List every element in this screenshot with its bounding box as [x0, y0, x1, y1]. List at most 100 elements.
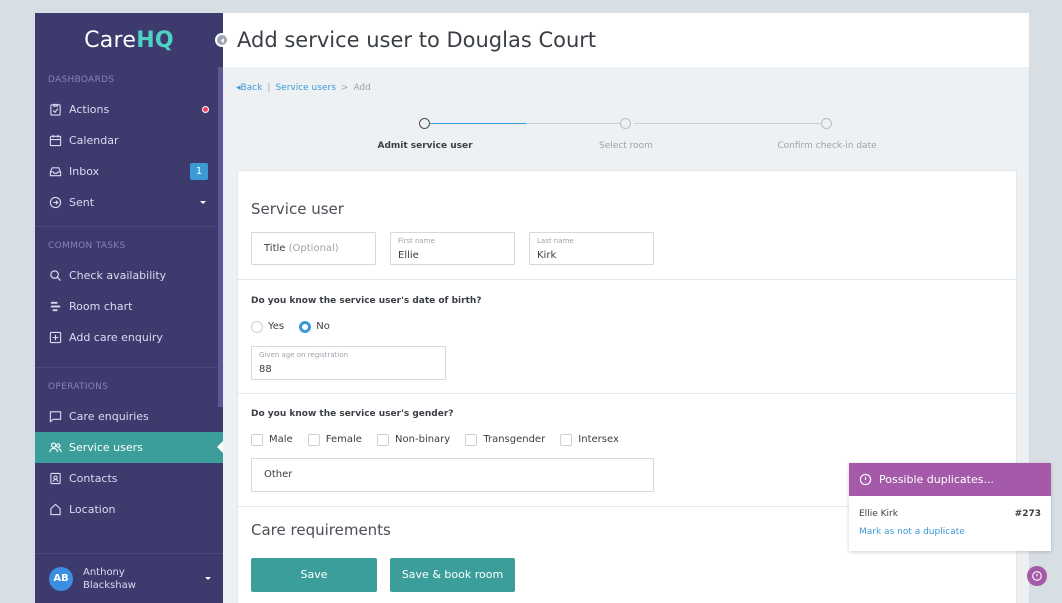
chevron-down-icon[interactable] — [205, 577, 211, 580]
sidebar-item-room-chart[interactable]: Room chart — [35, 291, 223, 322]
step-progress-line — [430, 123, 526, 124]
user-last-name: Blackshaw — [83, 579, 136, 591]
last-name-value: Kirk — [537, 250, 557, 261]
gender-male-label: Male — [269, 434, 293, 445]
notification-dot — [202, 106, 209, 113]
logo-text-care: Care — [84, 27, 137, 53]
mark-not-duplicate-link[interactable]: Mark as not a duplicate — [849, 527, 1051, 537]
duplicate-id: #273 — [1014, 509, 1041, 519]
search-icon — [50, 270, 62, 282]
duplicates-header: Possible duplicates... — [849, 463, 1051, 496]
sidebar-item-location[interactable]: Location — [35, 494, 223, 525]
carehq-logo[interactable]: Care HQ — [35, 13, 223, 67]
gender-male-checkbox[interactable] — [251, 433, 263, 446]
user-first-name: Anthony — [83, 566, 125, 578]
back-link[interactable]: ◂Back — [236, 83, 262, 93]
sidebar-item-label: Actions — [69, 103, 110, 116]
dob-no-radio[interactable] — [299, 320, 312, 333]
logo-text-hq: HQ — [136, 27, 174, 53]
breadcrumb-current: Add — [353, 83, 371, 93]
gender-intersex-checkbox[interactable] — [560, 433, 573, 446]
users-icon — [49, 442, 62, 453]
title-label: Title — [264, 243, 286, 254]
step-label-admit: Admit service user — [377, 141, 473, 151]
sidebar-item-inbox[interactable]: Inbox 1 — [35, 156, 223, 187]
sidebar-item-label: Add care enquiry — [69, 331, 163, 344]
dob-yes-label: Yes — [268, 321, 285, 332]
sidebar-item-calendar[interactable]: Calendar — [35, 125, 223, 156]
breadcrumb-service-users[interactable]: Service users — [275, 83, 335, 93]
possible-duplicates-panel: Possible duplicates... Ellie Kirk #273 M… — [849, 463, 1051, 551]
room-chart-icon — [50, 301, 61, 312]
sidebar-item-label: Inbox — [69, 165, 100, 178]
sidebar-item-contacts[interactable]: Contacts — [35, 463, 223, 494]
age-value: 88 — [259, 364, 272, 375]
dob-question: Do you know the service user's date of b… — [251, 296, 482, 306]
sidebar-item-label: Calendar — [69, 134, 119, 147]
first-name-field[interactable]: First name Ellie — [390, 232, 515, 265]
inbox-count-badge: 1 — [190, 163, 208, 180]
sidebar-item-label: Check availability — [69, 269, 167, 282]
sidebar-item-add-care-enquiry[interactable]: Add care enquiry — [35, 322, 223, 353]
sidebar-item-label: Sent — [69, 196, 95, 209]
sidebar-item-label: Care enquiries — [69, 410, 149, 423]
title-placeholder: Title (Optional) — [264, 243, 339, 254]
dob-yes-radio[interactable] — [251, 320, 263, 333]
sidebar-item-label: Service users — [69, 441, 143, 454]
gender-checkbox-group: Male Female Non-binary Transgender Inter… — [251, 429, 629, 448]
user-menu[interactable]: AB Anthony Blackshaw — [35, 553, 223, 603]
title-field[interactable]: Title (Optional) — [251, 232, 376, 265]
info-circle-icon — [1032, 571, 1042, 581]
other-gender-field[interactable]: Other — [251, 458, 654, 492]
step-label-room: Select room — [599, 141, 653, 151]
avatar: AB — [49, 566, 73, 591]
sidebar-item-sent[interactable]: Sent — [35, 187, 223, 218]
step-line — [526, 123, 629, 124]
sidebar-item-label: Contacts — [69, 472, 118, 485]
back-label: Back — [240, 83, 263, 93]
service-user-section: Service user Title (Optional) First name… — [238, 171, 1016, 280]
sidebar-divider — [35, 226, 223, 227]
sidebar: Care HQ DASHBOARDS Actions Calendar Inbox… — [35, 13, 223, 603]
gender-question: Do you know the service user's gender? — [251, 409, 454, 419]
title-hint: (Optional) — [288, 243, 339, 254]
sidebar-item-actions[interactable]: Actions — [35, 94, 223, 125]
help-button[interactable] — [1027, 566, 1047, 586]
breadcrumb: ◂Back | Service users > Add — [236, 83, 371, 93]
duplicates-title: Possible duplicates... — [879, 473, 994, 486]
gender-female-checkbox[interactable] — [307, 433, 320, 446]
age-label: Given age on registration — [259, 351, 349, 359]
last-name-field[interactable]: Last name Kirk — [529, 232, 654, 265]
sidebar-item-label: Room chart — [69, 300, 133, 313]
section-label-common-tasks: COMMON TASKS — [48, 241, 126, 251]
breadcrumb-separator: | — [267, 83, 271, 93]
save-button[interactable]: Save — [251, 558, 377, 592]
page-title: Add service user to Douglas Court — [237, 28, 597, 52]
save-and-book-room-button[interactable]: Save & book room — [390, 558, 515, 592]
sidebar-item-care-enquiries[interactable]: Care enquiries — [35, 401, 223, 432]
gender-nonbinary-checkbox[interactable] — [377, 433, 390, 446]
step-dot-room — [620, 118, 631, 129]
other-placeholder: Other — [264, 469, 293, 480]
chevron-down-icon[interactable] — [200, 201, 206, 204]
breadcrumb-separator: > — [340, 83, 349, 93]
step-dot-admit — [419, 118, 430, 129]
chat-icon — [49, 411, 62, 423]
step-label-confirm: Confirm check-in date — [777, 141, 877, 151]
age-field[interactable]: Given age on registration 88 — [251, 346, 446, 380]
sidebar-item-check-availability[interactable]: Check availability — [35, 260, 223, 291]
plus-square-icon — [49, 331, 62, 344]
chevron-left-icon — [220, 37, 224, 43]
sidebar-item-service-users[interactable]: Service users — [35, 432, 223, 463]
dob-no-label: No — [316, 321, 330, 332]
duplicate-row[interactable]: Ellie Kirk #273 — [849, 509, 1051, 527]
gender-nonbinary-label: Non-binary — [395, 434, 451, 445]
inbox-icon — [49, 167, 62, 177]
collapse-sidebar-button[interactable] — [215, 33, 229, 47]
clipboard-check-icon — [50, 103, 61, 116]
first-name-label: First name — [398, 237, 435, 245]
gender-transgender-checkbox[interactable] — [465, 433, 478, 446]
section-title: Care requirements — [251, 521, 391, 539]
dob-radio-group: Yes No — [251, 316, 340, 335]
sidebar-item-label: Location — [69, 503, 116, 516]
